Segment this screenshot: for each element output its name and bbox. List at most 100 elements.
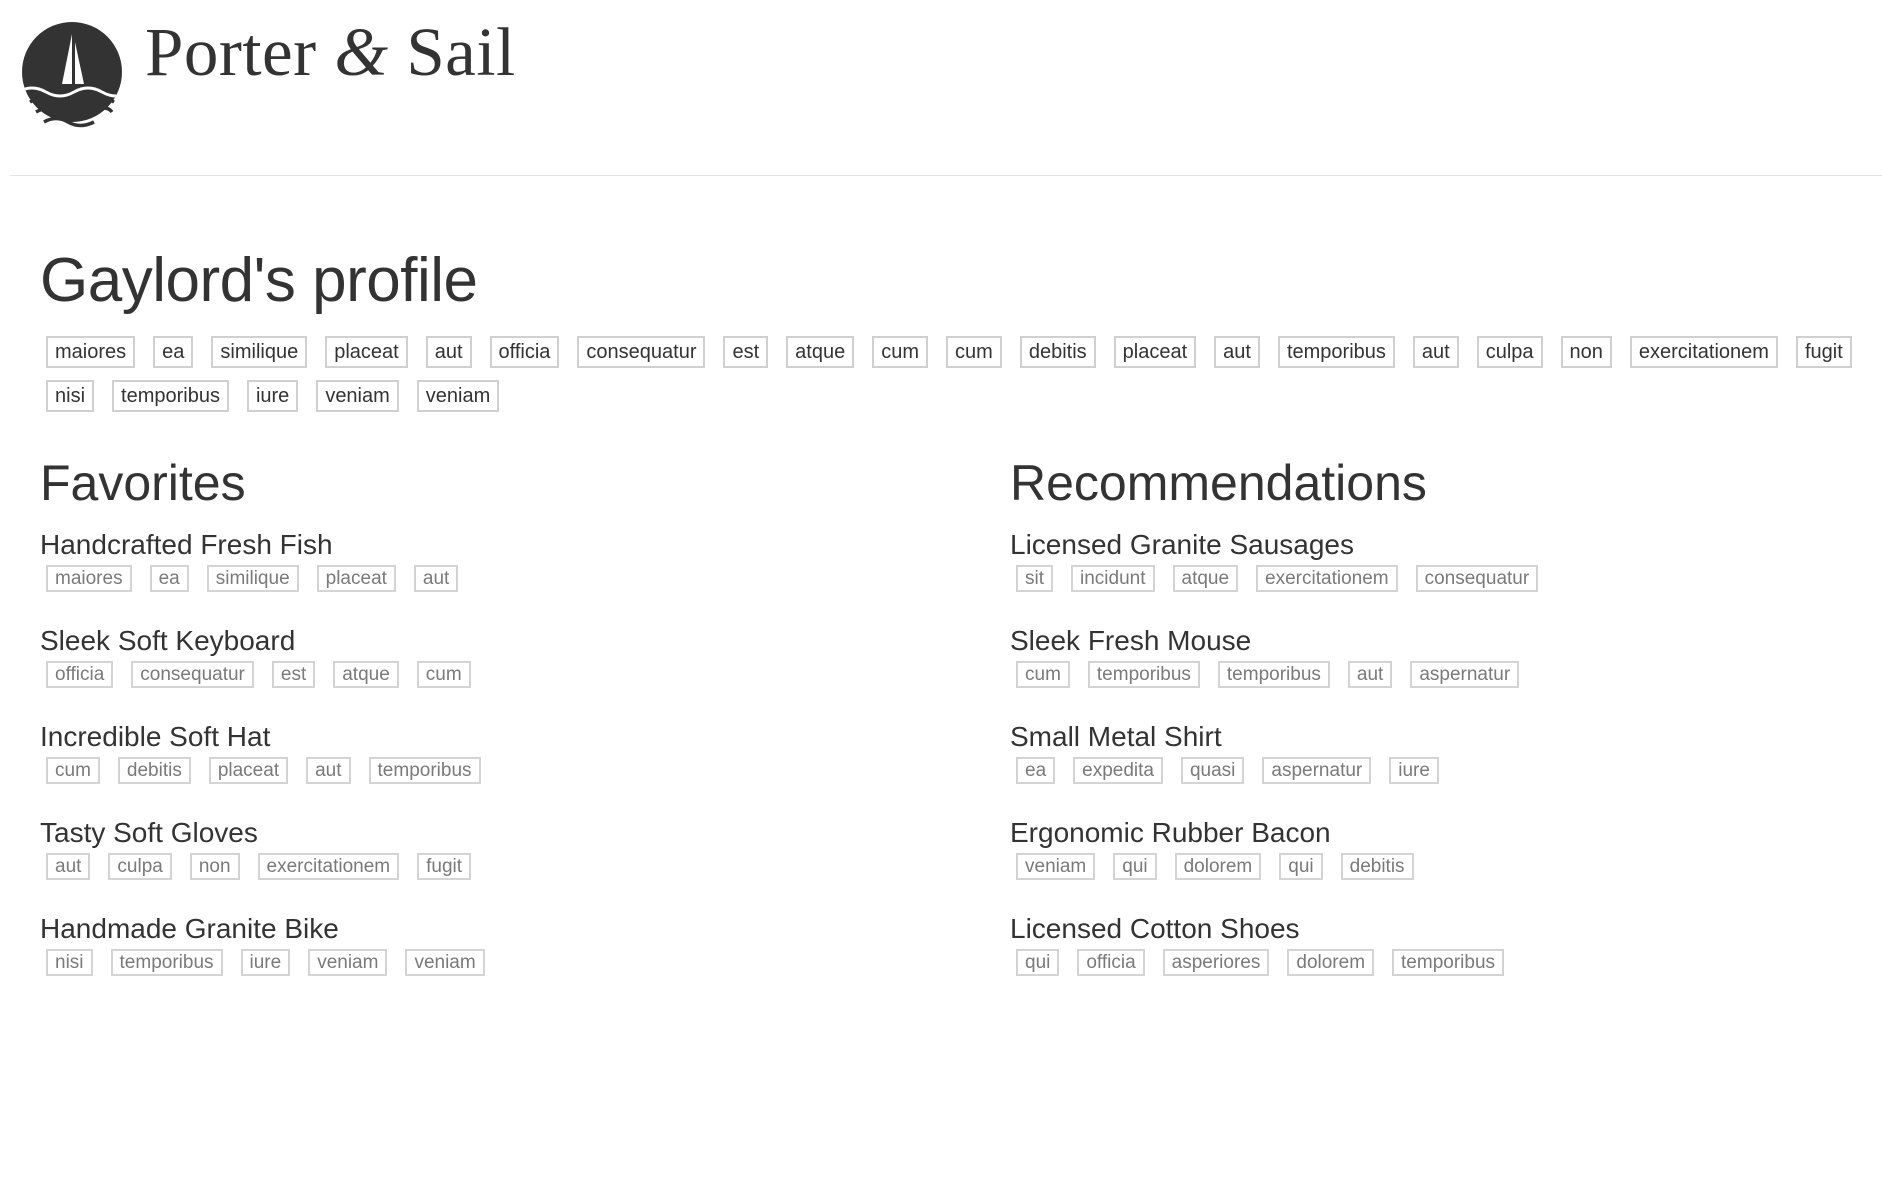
tag[interactable]: non [189, 852, 240, 880]
tag[interactable]: cum [872, 336, 929, 368]
tag[interactable]: consequatur [577, 336, 706, 368]
tag[interactable]: aut [1214, 336, 1260, 368]
tag[interactable]: iure [246, 380, 299, 412]
tag[interactable]: nisi [46, 380, 95, 412]
tag[interactable]: iure [240, 948, 291, 976]
tag[interactable]: placeat [208, 756, 289, 784]
favorite-item-name-link[interactable]: Incredible Soft Hat [40, 721, 960, 753]
tag[interactable]: est [271, 660, 316, 688]
tag[interactable]: incidunt [1071, 564, 1155, 592]
recommendation-item-name-link[interactable]: Ergonomic Rubber Bacon [1010, 817, 1882, 849]
tag[interactable]: veniam [416, 380, 500, 412]
tag[interactable]: qui [1279, 852, 1323, 880]
tag[interactable]: non [1560, 336, 1612, 368]
tag[interactable]: atque [1172, 564, 1239, 592]
tag[interactable]: asperiores [1162, 948, 1270, 976]
favorite-item-tag-list: aut culpa non exercitationem fugit [40, 852, 960, 880]
tag[interactable]: qui [1113, 852, 1157, 880]
recommendation-item-tag-list: cum temporibus temporibus aut aspernatur [1010, 660, 1882, 688]
tag[interactable]: aspernatur [1262, 756, 1372, 784]
tag[interactable]: officia [1077, 948, 1145, 976]
favorite-item-name-link[interactable]: Sleek Soft Keyboard [40, 625, 960, 657]
tag[interactable]: nisi [46, 948, 93, 976]
tag[interactable]: placeat [325, 336, 408, 368]
tag[interactable]: qui [1016, 948, 1060, 976]
favorite-item-tag-list: cum debitis placeat aut temporibus [40, 756, 960, 784]
tag[interactable]: cum [946, 336, 1002, 368]
tag[interactable]: temporibus [1087, 660, 1200, 688]
tag[interactable]: quasi [1180, 756, 1245, 784]
favorite-item-name-link[interactable]: Handmade Granite Bike [40, 913, 960, 945]
content-columns: Favorites Handcrafted Fresh Fish maiores e… [40, 458, 1860, 1018]
tag[interactable]: veniam [1016, 852, 1096, 880]
recommendation-item: Small Metal Shirt ea expedita quasi aspernat… [1010, 721, 1882, 818]
tag[interactable]: cum [416, 660, 471, 688]
tag[interactable]: est [723, 336, 769, 368]
recommendations-title: Recommendations [1010, 455, 1427, 511]
tag[interactable]: exercitationem [257, 852, 400, 880]
tag[interactable]: aut [1347, 660, 1393, 688]
tag[interactable]: temporibus [1217, 660, 1330, 688]
tag[interactable]: veniam [405, 948, 485, 976]
tag[interactable]: atque [333, 660, 399, 688]
tag[interactable]: exercitationem [1629, 336, 1778, 368]
tag[interactable]: dolorem [1287, 948, 1375, 976]
tag[interactable]: culpa [108, 852, 172, 880]
tag[interactable]: officia [489, 336, 560, 368]
recommendation-item-tag-list: veniam qui dolorem qui debitis [1010, 852, 1882, 880]
tag[interactable]: aut [413, 564, 459, 592]
tag[interactable]: aut [46, 852, 91, 880]
tag[interactable]: aut [1412, 336, 1459, 368]
recommendation-item-name-link[interactable]: Licensed Cotton Shoes [1010, 913, 1882, 945]
tag[interactable]: veniam [316, 380, 399, 412]
tag[interactable]: debitis [1019, 336, 1096, 368]
tag[interactable]: placeat [316, 564, 396, 592]
tag[interactable]: temporibus [112, 380, 229, 412]
tag[interactable]: fugit [417, 852, 472, 880]
recommendation-item-tag-list: sit incidunt atque exercitationem consequatu… [1010, 564, 1882, 592]
tag[interactable]: dolorem [1174, 852, 1262, 880]
tag[interactable]: similique [206, 564, 299, 592]
recommendation-item: Sleek Fresh Mouse cum temporibus temporibus… [1010, 625, 1882, 722]
tag[interactable]: aut [425, 336, 472, 368]
tag[interactable]: temporibus [110, 948, 223, 976]
tag[interactable]: maiores [46, 564, 132, 592]
tag[interactable]: similique [211, 336, 308, 368]
tag[interactable]: temporibus [368, 756, 481, 784]
tag[interactable]: exercitationem [1256, 564, 1398, 592]
tag[interactable]: sit [1016, 564, 1053, 592]
tag[interactable]: cum [1016, 660, 1070, 688]
recommendation-item-name-link[interactable]: Sleek Fresh Mouse [1010, 625, 1882, 657]
tag[interactable]: iure [1389, 756, 1439, 784]
tag[interactable]: aut [306, 756, 351, 784]
tag[interactable]: culpa [1476, 336, 1543, 368]
tag[interactable]: debitis [1340, 852, 1414, 880]
tag[interactable]: aspernatur [1410, 660, 1520, 688]
recommendation-item-name-link[interactable]: Licensed Granite Sausages [1010, 529, 1882, 561]
tag[interactable]: ea [1016, 756, 1056, 784]
tag[interactable]: atque [786, 336, 855, 368]
tag[interactable]: officia [46, 660, 114, 688]
tag[interactable]: debitis [117, 756, 191, 784]
tag[interactable]: consequatur [131, 660, 254, 688]
tag[interactable]: cum [46, 756, 100, 784]
tag[interactable]: ea [153, 336, 194, 368]
tag[interactable]: fugit [1795, 336, 1852, 368]
tag[interactable]: temporibus [1277, 336, 1395, 368]
profile-tag-list: maiores ea similique placeat aut officia conse… [40, 336, 1880, 424]
favorite-item-name-link[interactable]: Handcrafted Fresh Fish [40, 529, 960, 561]
favorite-item-name-link[interactable]: Tasty Soft Gloves [40, 817, 960, 849]
brand-name-part1: Porter [145, 14, 317, 90]
tag[interactable]: ea [149, 564, 189, 592]
tag[interactable]: veniam [308, 948, 388, 976]
tag[interactable]: consequatur [1415, 564, 1539, 592]
recommendation-item-name-link[interactable]: Small Metal Shirt [1010, 721, 1882, 753]
tag[interactable]: placeat [1113, 336, 1197, 368]
page-title: Gaylord's profile [40, 246, 478, 315]
tag[interactable]: expedita [1073, 756, 1163, 784]
profile-page: Gaylord's profile maiores ea similique plac… [40, 250, 1860, 1018]
favorite-item: Tasty Soft Gloves aut culpa non exercitation… [40, 817, 960, 914]
tag[interactable]: temporibus [1392, 948, 1505, 976]
tag[interactable]: maiores [46, 336, 136, 368]
favorite-item-tag-list: officia consequatur est atque cum [40, 660, 960, 688]
